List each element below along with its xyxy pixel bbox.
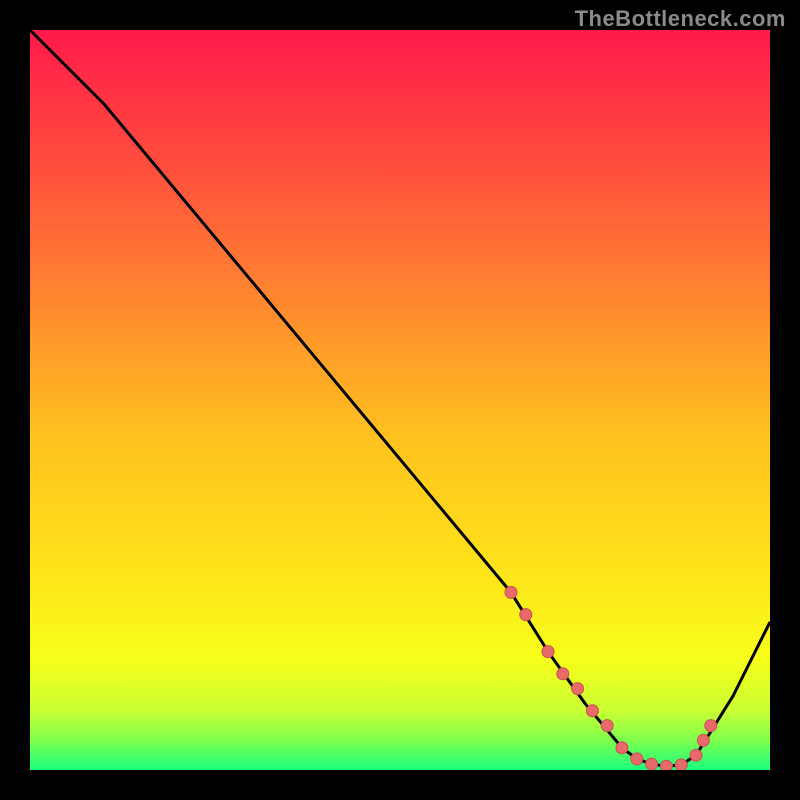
marker-dot: [572, 683, 584, 695]
plot-area: [30, 30, 770, 770]
marker-dot: [697, 734, 709, 746]
marker-dot: [646, 758, 658, 770]
marker-dot: [690, 749, 702, 761]
marker-dot: [586, 705, 598, 717]
marker-dot: [675, 759, 687, 770]
marker-dot: [631, 753, 643, 765]
gradient-background: [30, 30, 770, 770]
marker-dot: [705, 720, 717, 732]
watermark-label: TheBottleneck.com: [575, 6, 786, 32]
marker-dot: [660, 760, 672, 770]
marker-dot: [601, 720, 613, 732]
marker-dot: [520, 609, 532, 621]
marker-dot: [616, 742, 628, 754]
marker-dot: [542, 646, 554, 658]
marker-dot: [505, 586, 517, 598]
chart-frame: TheBottleneck.com: [0, 0, 800, 800]
marker-dot: [557, 668, 569, 680]
plot-svg: [30, 30, 770, 770]
